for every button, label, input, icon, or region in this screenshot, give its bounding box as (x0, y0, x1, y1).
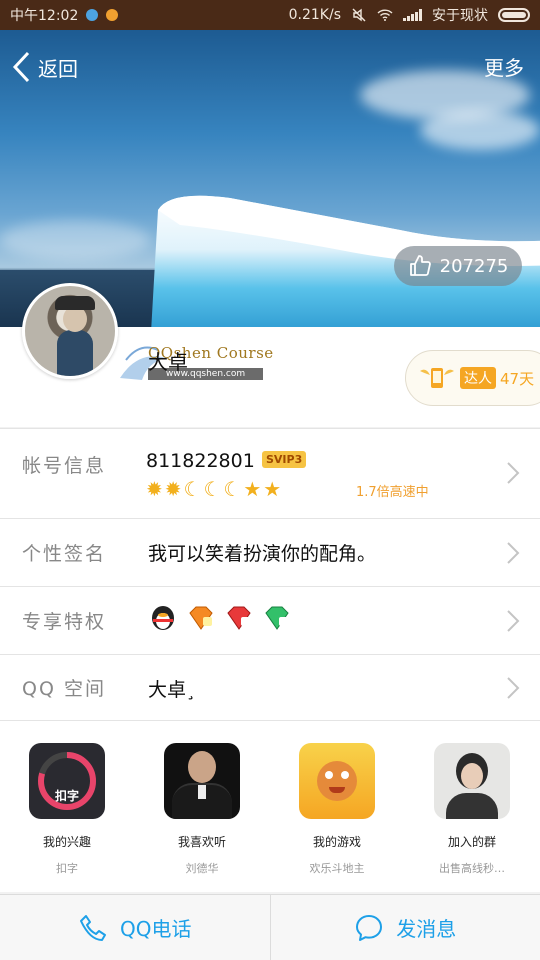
nickname: 大卓 (148, 350, 188, 374)
network-speed: 0.21K/s (288, 7, 341, 23)
bottom-action-bar: QQ电话 发消息 (0, 894, 540, 960)
notification-app-icon-2 (106, 9, 119, 21)
phone-icon (80, 914, 106, 941)
signature-row[interactable]: 个性签名 我可以笑着扮演你的配角。 (0, 518, 540, 586)
group-subtitle: 出售高线秒… (439, 862, 505, 875)
game-thumb (299, 743, 375, 819)
like-button[interactable]: 207275 (394, 246, 522, 286)
avatar[interactable] (22, 283, 118, 379)
moon-icon: ☾ (203, 477, 222, 501)
sun-icon: ✹ (146, 477, 163, 501)
chat-bubble-icon (356, 914, 383, 941)
carrier-name: 安于现状 (432, 8, 488, 24)
qq-call-button[interactable]: QQ电话 (0, 895, 270, 960)
interest-subtitle: 扣字 (56, 862, 78, 875)
qzone-text: 大卓¸ (148, 679, 196, 701)
signal-icon (403, 9, 422, 21)
music-title: 我喜欢听 (177, 835, 226, 849)
game-title: 我的游戏 (312, 835, 361, 849)
daren-label: 达人 (460, 367, 496, 389)
group-tile[interactable]: 加入的群 出售高线秒… (417, 743, 527, 876)
chevron-right-icon (507, 677, 520, 699)
interest-title: 我的兴趣 (42, 835, 91, 849)
account-info-row[interactable]: 帐号信息 811822801 SVIP3 ✹ ✹ ☾ ☾ ☾ ★ ★ 1.7倍高… (0, 428, 540, 518)
green-diamond-icon (265, 606, 289, 630)
sun-icon: ✹ (164, 477, 182, 501)
more-button[interactable]: 更多 (484, 52, 524, 81)
privilege-icons (148, 603, 292, 633)
speed-text: 1.7倍高速中 (356, 485, 429, 500)
orange-diamond-icon (189, 606, 213, 630)
signature-label: 个性签名 (22, 543, 107, 565)
qq-call-label: QQ电话 (120, 917, 192, 941)
chevron-left-icon (12, 51, 30, 83)
thumb-text: 扣字 (54, 789, 79, 803)
privileges-row[interactable]: 专享特权 (0, 586, 540, 654)
red-diamond-icon (227, 606, 251, 630)
game-tile[interactable]: 我的游戏 欢乐斗地主 (282, 743, 392, 876)
send-message-label: 发消息 (396, 917, 457, 941)
group-thumb (434, 743, 510, 819)
notification-app-icon (86, 9, 99, 21)
moon-icon: ☾ (223, 477, 242, 501)
interest-thumb: 扣字 (29, 743, 105, 819)
game-subtitle: 欢乐斗地主 (309, 862, 365, 875)
interest-tile[interactable]: 扣字 我的兴趣 扣字 (12, 743, 122, 876)
status-time: 中午12:02 (10, 8, 79, 24)
like-count: 207275 (439, 255, 509, 277)
back-label: 返回 (38, 56, 78, 81)
daren-badge[interactable]: 达人 47天 (405, 350, 540, 406)
info-list: 帐号信息 811822801 SVIP3 ✹ ✹ ☾ ☾ ☾ ★ ★ 1.7倍高… (0, 428, 540, 720)
status-bar: 中午12:02 0.21K/s 安于现状 (0, 0, 540, 30)
send-message-button[interactable]: 发消息 (269, 895, 540, 960)
level-icons: ✹ ✹ ☾ ☾ ☾ ★ ★ (146, 477, 281, 501)
star-icon: ★ (243, 477, 262, 501)
svip-badge: SVIP3 (262, 451, 307, 468)
battery-icon (498, 8, 530, 22)
group-title: 加入的群 (447, 835, 496, 849)
winged-phone-icon (420, 368, 454, 388)
thumbs-up-icon (409, 255, 431, 276)
interests-grid: 扣字 我的兴趣 扣字 我喜欢听 刘德华 我的游戏 欢乐斗地主 加入的群 出售高线… (0, 720, 540, 892)
qzone-label: QQ 空间 (22, 678, 106, 700)
qq-number: 811822801 (146, 450, 255, 472)
wifi-icon (377, 9, 393, 21)
mute-icon (352, 8, 366, 22)
music-subtitle: 刘德华 (185, 862, 219, 875)
music-tile[interactable]: 我喜欢听 刘德华 (147, 743, 257, 876)
qq-penguin-icon (152, 606, 174, 630)
signature-text: 我可以笑着扮演你的配角。 (148, 543, 377, 565)
music-thumb (164, 743, 240, 819)
moon-icon: ☾ (183, 477, 202, 501)
chevron-right-icon (507, 610, 520, 632)
chevron-right-icon (507, 542, 520, 564)
star-icon: ★ (263, 477, 282, 501)
chevron-right-icon (507, 462, 520, 484)
qzone-row[interactable]: QQ 空间 大卓¸ (0, 654, 540, 720)
daren-days: 47天 (500, 369, 535, 388)
ring-chart-thumb (38, 752, 96, 810)
privileges-label: 专享特权 (22, 611, 107, 633)
account-info-label: 帐号信息 (22, 455, 107, 477)
back-button[interactable]: 返回 (10, 50, 78, 84)
